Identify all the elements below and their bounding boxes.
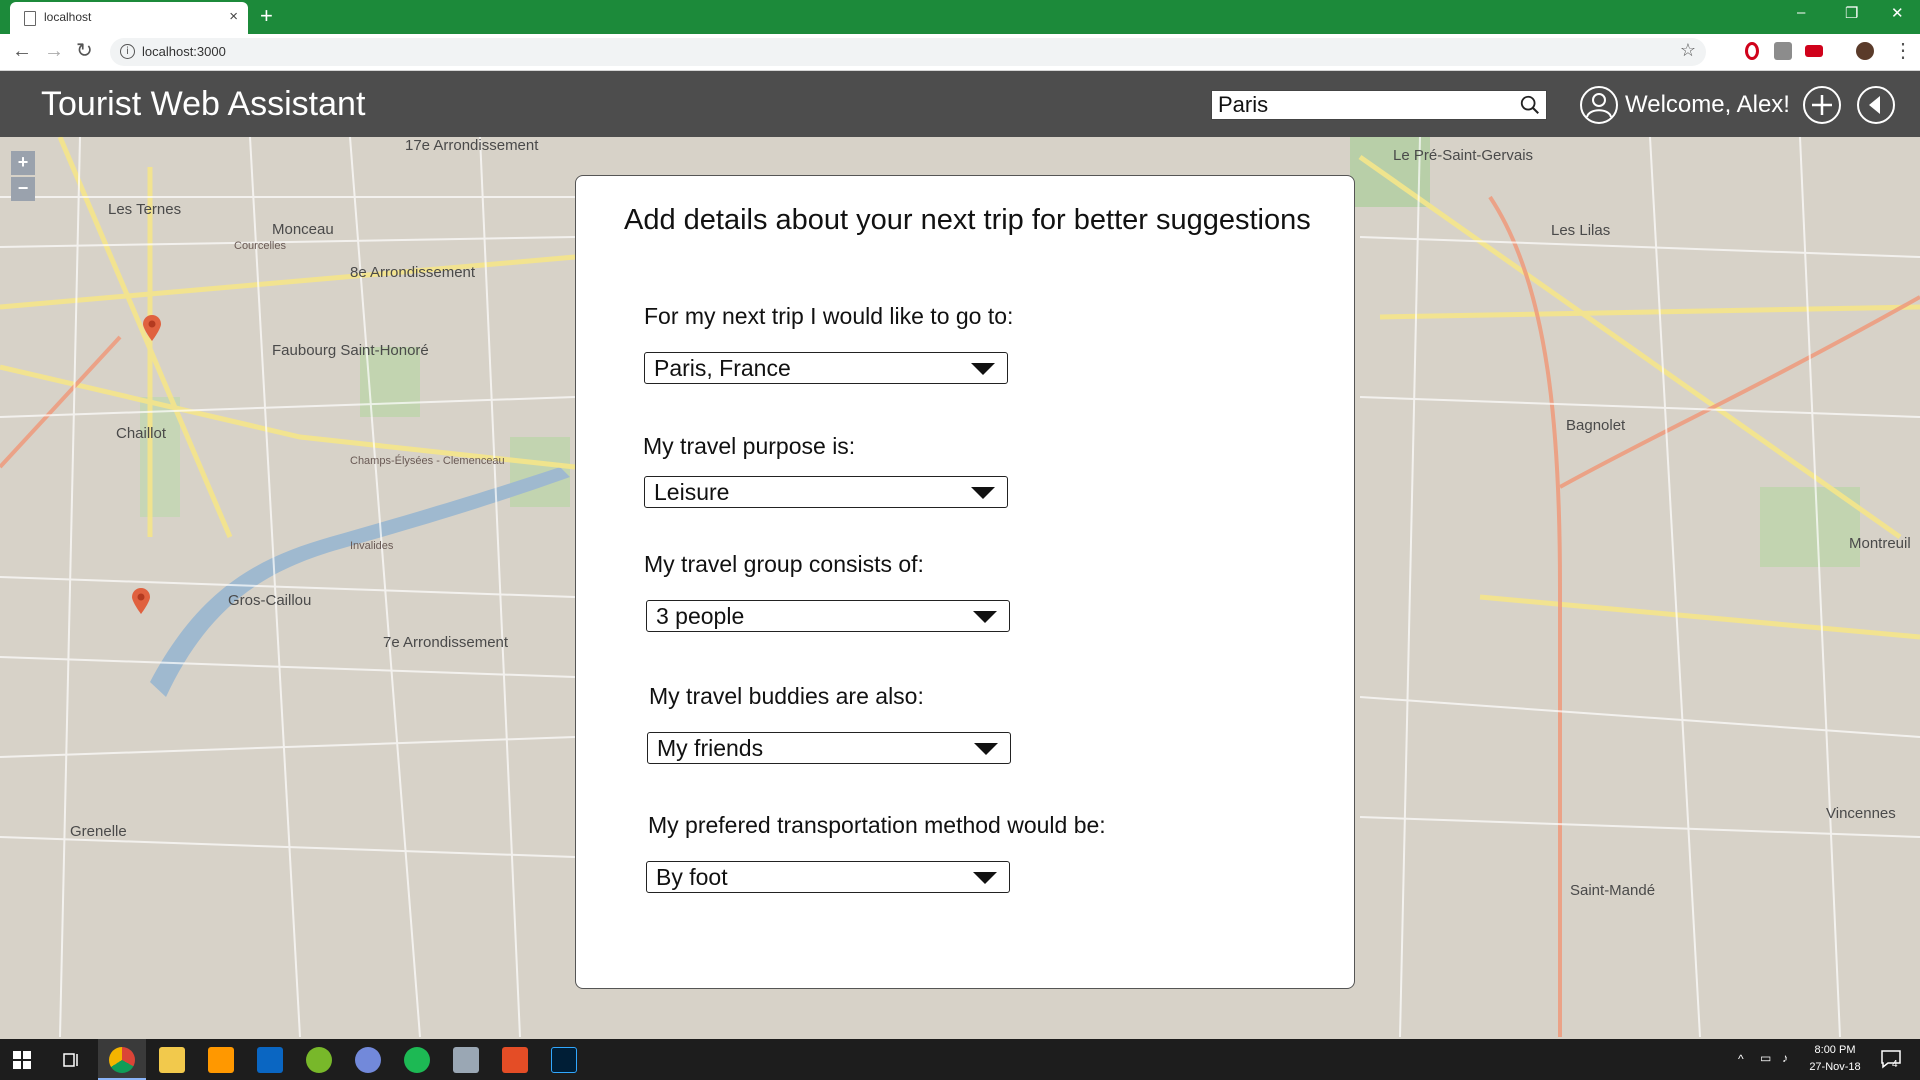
map-label: Faubourg Saint-Honoré: [272, 342, 429, 359]
browser-tab[interactable]: localhost ×: [10, 2, 248, 34]
chevron-down-icon: [973, 872, 997, 884]
chevron-down-icon: [974, 743, 998, 755]
chrome-icon[interactable]: [109, 1047, 135, 1073]
chevron-down-icon: [973, 611, 997, 623]
add-icon[interactable]: [1802, 85, 1842, 125]
clock-date[interactable]: 27-Nov-18: [1805, 1061, 1865, 1073]
transport-value: By foot: [656, 864, 728, 890]
map-label: Vincennes: [1826, 805, 1896, 822]
zoom-out-button[interactable]: −: [11, 177, 35, 201]
vscode-icon[interactable]: [257, 1047, 283, 1073]
buddies-value: My friends: [657, 735, 764, 761]
map-label: Montreuil: [1849, 535, 1911, 552]
spotify-icon[interactable]: [404, 1047, 430, 1073]
destination-value: Paris, France: [654, 355, 791, 381]
cbs-extension-icon[interactable]: [1805, 45, 1823, 57]
tray-chevron-icon[interactable]: ^: [1738, 1052, 1744, 1066]
purpose-value: Leisure: [654, 479, 730, 505]
map-marker-icon[interactable]: [132, 588, 150, 614]
back-button[interactable]: ←: [12, 40, 32, 62]
trip-details-dialog: Add details about your next trip for bet…: [575, 175, 1355, 989]
map-label: Bagnolet: [1566, 417, 1626, 434]
map-label: Chaillot: [116, 425, 167, 442]
network-icon[interactable]: ▭: [1760, 1051, 1771, 1065]
dialog-title: Add details about your next trip for bet…: [624, 204, 1311, 236]
buddies-select[interactable]: My friends: [647, 732, 1011, 764]
app-icon[interactable]: [453, 1047, 479, 1073]
notification-count: 4: [1892, 1059, 1898, 1070]
map-label: Les Ternes: [108, 201, 182, 218]
zoom-in-button[interactable]: +: [11, 151, 35, 175]
minimize-button[interactable]: –: [1797, 4, 1805, 21]
task-view-icon[interactable]: [62, 1051, 80, 1069]
map-label: Gros-Caillou: [228, 592, 312, 609]
purpose-select[interactable]: Leisure: [644, 476, 1008, 508]
photoshop-icon[interactable]: [551, 1047, 577, 1073]
user-avatar-icon[interactable]: [1579, 85, 1619, 125]
group-label: My travel group consists of:: [644, 551, 924, 577]
browser-menu-icon[interactable]: ⋮: [1893, 40, 1913, 62]
bookmark-star-icon[interactable]: ☆: [1680, 40, 1696, 61]
app-title: Tourist Web Assistant: [41, 85, 366, 123]
map-label: 8e Arrondissement: [350, 264, 476, 281]
search-icon[interactable]: [1519, 94, 1541, 116]
forward-button[interactable]: →: [44, 40, 64, 62]
group-select[interactable]: 3 people: [646, 600, 1010, 632]
destination-label: For my next trip I would like to go to:: [644, 303, 1014, 329]
url-text[interactable]: localhost:3000: [142, 44, 226, 59]
chevron-down-icon: [971, 487, 995, 499]
map-label: Monceau: [272, 221, 334, 238]
address-bar[interactable]: i localhost:3000 ☆: [110, 38, 1706, 66]
new-tab-button[interactable]: +: [260, 4, 273, 28]
chevron-down-icon: [971, 363, 995, 375]
collapse-arrow-icon[interactable]: [1856, 85, 1896, 125]
utorrent-icon[interactable]: [306, 1047, 332, 1073]
reload-button[interactable]: ↻: [76, 40, 93, 62]
map-label: 7e Arrondissement: [383, 634, 509, 651]
extension-icon[interactable]: [1774, 42, 1792, 60]
windows-taskbar: ^ ▭ ♪ 8:00 PM 27-Nov-18 4: [0, 1039, 1920, 1080]
transport-label: My prefered transportation method would …: [648, 812, 1106, 838]
map-label: Saint-Mandé: [1570, 882, 1656, 899]
browser-toolbar: ← → ↻ i localhost:3000 ☆ ⋮: [0, 34, 1920, 71]
buddies-label: My travel buddies are also:: [649, 683, 924, 709]
transport-select[interactable]: By foot: [646, 861, 1010, 893]
opera-extension-icon[interactable]: [1745, 42, 1759, 60]
welcome-text: Welcome, Alex!: [1625, 91, 1790, 118]
git-icon[interactable]: [502, 1047, 528, 1073]
map-label: 17e Arrondissement: [405, 137, 539, 154]
tab-close-icon[interactable]: ×: [229, 8, 238, 25]
map-label: Courcelles: [234, 240, 286, 252]
map-marker-icon[interactable]: [143, 315, 161, 341]
map-label: Grenelle: [70, 823, 127, 840]
close-window-button[interactable]: ✕: [1891, 4, 1904, 22]
page-icon: [24, 11, 36, 26]
file-explorer-icon[interactable]: [159, 1047, 185, 1073]
search-box[interactable]: [1211, 90, 1547, 120]
discord-icon[interactable]: [355, 1047, 381, 1073]
clock-time[interactable]: 8:00 PM: [1805, 1044, 1865, 1056]
tab-title: localhost: [44, 10, 92, 24]
map-label: Les Lilas: [1551, 222, 1611, 239]
restore-button[interactable]: ❐: [1845, 4, 1858, 22]
app-header: Tourist Web Assistant Welcome, Alex!: [0, 71, 1920, 137]
purpose-label: My travel purpose is:: [643, 433, 856, 459]
windows-start-icon[interactable]: [13, 1051, 31, 1069]
info-icon[interactable]: i: [120, 44, 135, 59]
sublime-text-icon[interactable]: [208, 1047, 234, 1073]
profile-avatar-icon[interactable]: [1856, 42, 1874, 60]
group-value: 3 people: [656, 603, 745, 629]
notifications-icon[interactable]: [1880, 1049, 1902, 1069]
map-label: Le Pré-Saint-Gervais: [1393, 147, 1534, 164]
destination-select[interactable]: Paris, France: [644, 352, 1008, 384]
search-input[interactable]: [1218, 93, 1508, 117]
map-label: Invalides: [350, 540, 394, 552]
volume-icon[interactable]: ♪: [1782, 1051, 1788, 1065]
map-label: Champs-Élysées - Clemenceau: [350, 455, 505, 467]
browser-tabstrip: localhost × + – ❐ ✕: [0, 0, 1920, 34]
